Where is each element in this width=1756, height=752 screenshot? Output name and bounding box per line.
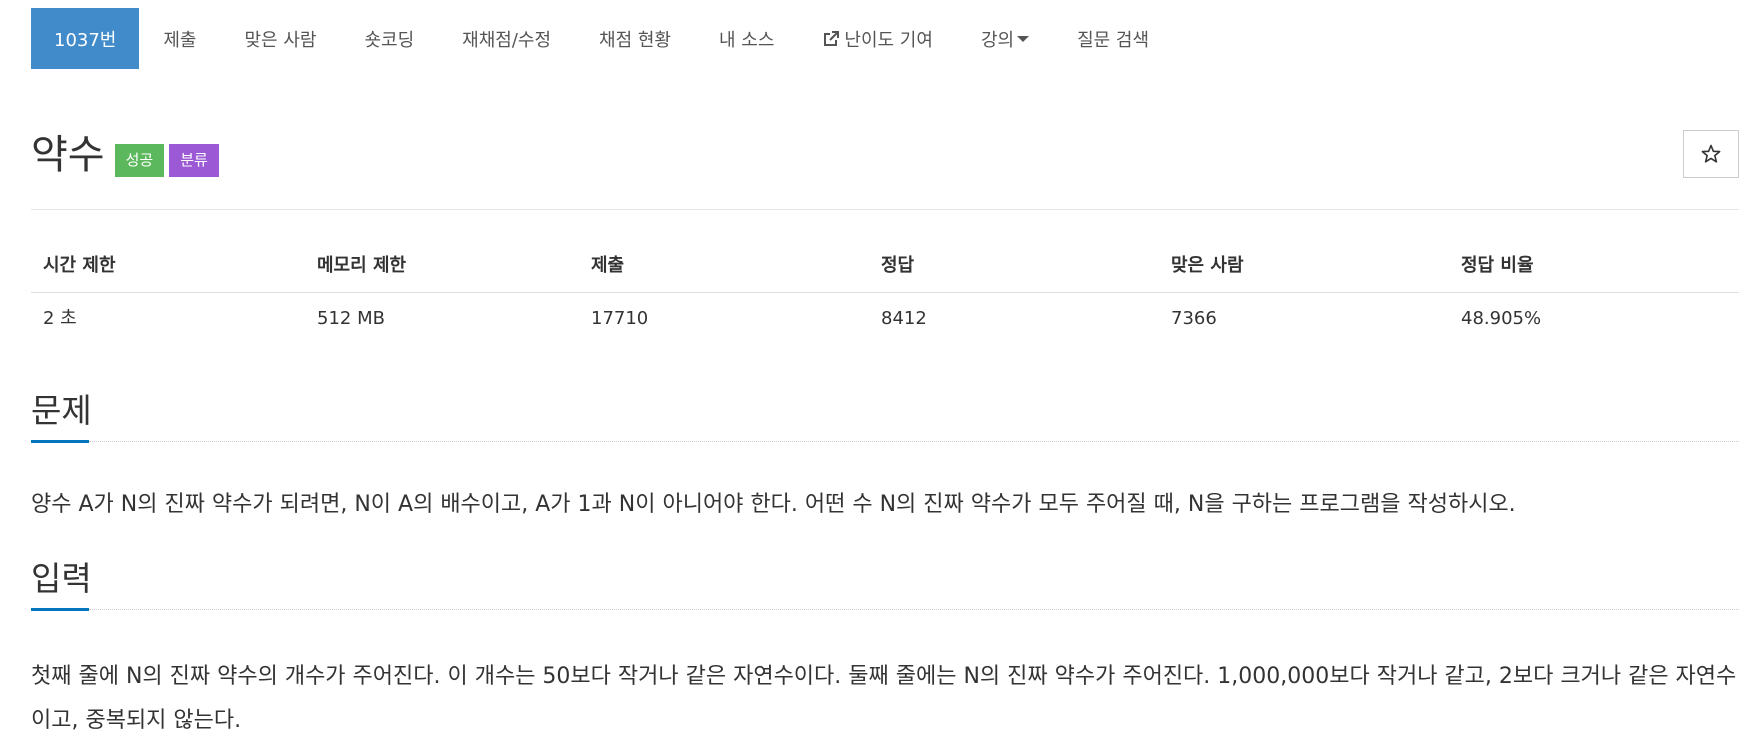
star-outline-icon — [1701, 144, 1721, 163]
nav-tab-label: 내 소스 — [719, 29, 775, 51]
value-accepted: 8412 — [881, 308, 927, 329]
nav-tab-solved-users[interactable]: 맞은 사람 — [221, 8, 341, 69]
heading-underline — [31, 440, 89, 443]
problem-section-heading: 문제 — [31, 391, 92, 430]
nav-tab-label: 맞은 사람 — [244, 29, 317, 51]
nav-tab-label: 강의 — [980, 29, 1015, 51]
title-divider — [31, 209, 1739, 210]
nav-tab-difficulty-contribute[interactable]: 난이도 기여 — [798, 8, 957, 69]
problem-description: 양수 A가 N의 진짜 약수가 되려면, N이 A의 배수이고, A가 1과 N… — [31, 492, 1516, 517]
table-header-row: 시간 제한 메모리 제한 제출 정답 맞은 사람 정답 비율 — [31, 248, 1739, 293]
value-accept-ratio: 48.905% — [1461, 308, 1542, 329]
page: 1037번 제출 맞은 사람 숏코딩 재채점/수정 채점 현황 내 소스 난이도… — [0, 0, 1756, 752]
caret-down-icon — [1017, 35, 1030, 42]
nav-tab-question-search[interactable]: 질문 검색 — [1053, 8, 1173, 69]
nav-tab-problem-number[interactable]: 1037번 — [31, 8, 140, 69]
value-memory-limit: 512 MB — [317, 308, 385, 329]
nav-tab-label: 채점 현황 — [599, 29, 671, 51]
header-solved-users: 맞은 사람 — [1171, 255, 1244, 276]
heading-dotted-divider — [89, 609, 1739, 610]
nav-tab-lectures-dropdown[interactable]: 강의 — [957, 8, 1053, 69]
value-solved-users: 7366 — [1171, 308, 1217, 329]
heading-dotted-divider — [89, 441, 1739, 442]
value-submissions: 17710 — [591, 308, 649, 329]
nav-tab-status[interactable]: 채점 현황 — [575, 8, 695, 69]
nav-tab-rejudge[interactable]: 재채점/수정 — [438, 8, 575, 69]
input-section-header: 입력 — [31, 559, 1739, 611]
nav-tab-label: 제출 — [163, 29, 197, 51]
problem-title: 약수 — [31, 132, 105, 178]
external-link-icon — [824, 30, 840, 46]
input-section-heading: 입력 — [31, 559, 92, 598]
input-description: 첫째 줄에 N의 진짜 약수의 개수가 주어진다. 이 개수는 50보다 작거나… — [31, 664, 1737, 733]
nav-tab-my-source[interactable]: 내 소스 — [695, 8, 798, 69]
table-row: 2 초 512 MB 17710 8412 7366 48.905% — [31, 301, 1739, 345]
problem-nav: 1037번 제출 맞은 사람 숏코딩 재채점/수정 채점 현황 내 소스 난이도… — [31, 8, 1173, 69]
category-badge[interactable]: 분류 — [169, 143, 219, 177]
favorite-star-button[interactable] — [1683, 130, 1739, 178]
heading-underline — [31, 608, 89, 611]
problem-title-row: 약수 성공 분류 — [31, 128, 224, 182]
nav-tab-short-coding[interactable]: 숏코딩 — [340, 8, 438, 69]
value-time-limit: 2 초 — [43, 308, 77, 329]
nav-tab-label: 숏코딩 — [364, 29, 415, 51]
header-submissions: 제출 — [591, 255, 625, 276]
nav-tab-label: 질문 검색 — [1077, 29, 1150, 51]
header-accepted: 정답 — [881, 255, 915, 276]
nav-tab-submit[interactable]: 제출 — [139, 8, 220, 69]
header-memory-limit: 메모리 제한 — [317, 255, 407, 276]
nav-tab-label: 재채점/수정 — [462, 29, 552, 51]
header-time-limit: 시간 제한 — [43, 255, 116, 276]
problem-info-table: 시간 제한 메모리 제한 제출 정답 맞은 사람 정답 비율 2 초 512 M… — [31, 248, 1739, 345]
header-accept-ratio: 정답 비율 — [1461, 255, 1534, 276]
nav-tab-label: 난이도 기여 — [844, 29, 933, 51]
problem-section-header: 문제 — [31, 391, 1739, 443]
success-badge[interactable]: 성공 — [114, 143, 165, 177]
nav-tab-label: 1037번 — [54, 29, 117, 51]
